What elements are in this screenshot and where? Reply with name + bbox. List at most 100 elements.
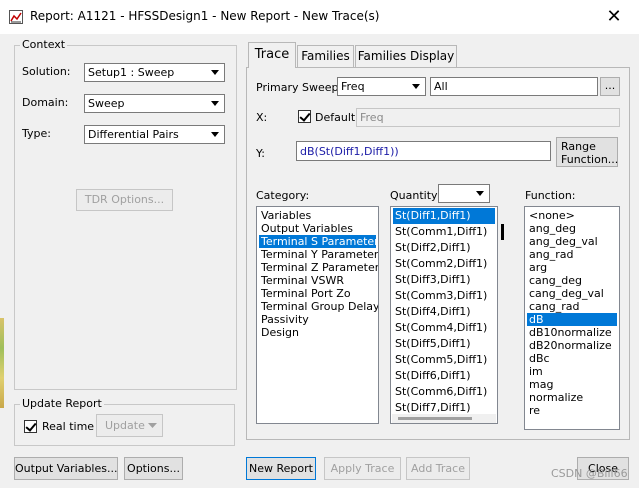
category-list-item[interactable]: Terminal Port Zo	[259, 287, 376, 300]
primary-sweep-value: Freq	[341, 80, 365, 93]
quantity-list-item[interactable]: St(Diff1,Diff1)	[393, 208, 495, 224]
window-title: Report: A1121 - HFSSDesign1 - New Report…	[30, 9, 380, 23]
background-window-edge	[0, 318, 4, 408]
solution-label: Solution:	[22, 65, 71, 78]
quantity-list-item[interactable]: St(Diff5,Diff1)	[393, 336, 495, 352]
range-function-label-1: Range	[561, 140, 596, 153]
options-button[interactable]: Options...	[124, 457, 183, 480]
function-list-item[interactable]: ang_rad	[527, 248, 617, 261]
solution-combo[interactable]: Setup1 : Sweep	[84, 63, 225, 82]
sweep-range-field[interactable]: All	[430, 77, 598, 96]
tab-families-display[interactable]: Families Display	[355, 45, 457, 67]
category-list-item[interactable]: Terminal Z Parameter	[259, 261, 378, 274]
function-list-item[interactable]: normalize	[527, 391, 617, 404]
chevron-down-icon[interactable]	[473, 186, 488, 201]
checkmark-icon	[299, 110, 311, 122]
function-list-item[interactable]: dBc	[527, 352, 617, 365]
domain-value: Sweep	[88, 97, 125, 110]
x-label: X:	[256, 111, 268, 124]
function-list-item[interactable]: im	[527, 365, 617, 378]
quantity-list-item[interactable]: St(Comm5,Diff1)	[393, 352, 495, 368]
chevron-down-icon	[148, 423, 157, 428]
quantity-list-item[interactable]: St(Diff2,Diff1)	[393, 240, 495, 256]
sweep-range-ellipsis-button[interactable]: ...	[600, 77, 620, 96]
category-label: Category:	[256, 189, 310, 202]
function-list-item[interactable]: cang_rad	[527, 300, 617, 313]
chevron-down-icon[interactable]	[208, 127, 223, 142]
type-label: Type:	[22, 127, 51, 140]
update-report-group-label: Update Report	[20, 397, 104, 410]
function-label: Function:	[525, 189, 576, 202]
add-trace-button[interactable]: Add Trace	[406, 457, 470, 480]
function-list-item[interactable]: ang_deg	[527, 222, 617, 235]
tab-trace[interactable]: Trace	[248, 42, 296, 68]
default-checkbox[interactable]	[298, 110, 311, 123]
function-list-item[interactable]: arg	[527, 261, 617, 274]
new-report-button[interactable]: New Report	[246, 457, 316, 480]
quantity-label: Quantity:	[390, 189, 441, 202]
range-function-label-2: Function...	[561, 153, 619, 166]
context-group-label: Context	[20, 38, 68, 51]
quantity-list-item[interactable]: St(Comm4,Diff1)	[393, 320, 495, 336]
range-function-button[interactable]: Range Function...	[556, 137, 618, 167]
primary-sweep-label: Primary Sweep:	[256, 81, 343, 94]
category-list-item[interactable]: Design	[259, 326, 376, 339]
quantity-horizontal-scrollbar[interactable]	[392, 414, 496, 423]
quantity-list-item[interactable]: St(Comm6,Diff1)	[393, 384, 495, 400]
function-listbox[interactable]: <none> ang_deg ang_deg_val ang_rad arg cang_d…	[524, 206, 620, 430]
window-close-button[interactable]: ✕	[598, 4, 630, 30]
primary-sweep-combo[interactable]: Freq	[337, 77, 426, 96]
quantity-list-item[interactable]: St(Comm3,Diff1)	[393, 288, 495, 304]
update-button-label: Update	[105, 419, 145, 432]
realtime-checkbox[interactable]	[24, 420, 37, 433]
function-list-item[interactable]: re	[527, 404, 617, 417]
quantity-list-item[interactable]: St(Comm1,Diff1)	[393, 224, 495, 240]
function-list-item[interactable]: cang_deg_val	[527, 287, 617, 300]
tdr-options-button[interactable]: TDR Options...	[76, 189, 173, 211]
function-list-item[interactable]: dB20normalize	[527, 339, 617, 352]
chevron-down-icon[interactable]	[208, 96, 223, 111]
checkmark-icon	[25, 420, 37, 432]
quantity-filter-combo[interactable]	[438, 184, 490, 203]
update-button[interactable]: Update	[96, 414, 163, 437]
x-expression-value: Freq	[360, 111, 384, 124]
realtime-label: Real time	[42, 420, 95, 433]
tab-families[interactable]: Families	[297, 45, 354, 67]
chevron-down-icon[interactable]	[409, 79, 424, 94]
default-label: Default	[315, 111, 356, 124]
output-variables-button[interactable]: Output Variables...	[14, 457, 118, 480]
category-list-item[interactable]: Output Variables	[259, 222, 376, 235]
chevron-down-icon[interactable]	[208, 65, 223, 80]
function-list-item[interactable]: dB10normalize	[527, 326, 617, 339]
function-list-item[interactable]: dB	[527, 313, 617, 326]
quantity-list-item[interactable]: St(Diff4,Diff1)	[393, 304, 495, 320]
function-list-item[interactable]: <none>	[527, 209, 617, 222]
category-list-item[interactable]: Terminal Group Delay	[259, 300, 378, 313]
category-list-item[interactable]: Passivity	[259, 313, 376, 326]
domain-label: Domain:	[22, 96, 69, 109]
solution-value: Setup1 : Sweep	[88, 66, 175, 79]
y-expression-value: dB(St(Diff1,Diff1))	[300, 145, 399, 158]
category-list-item[interactable]: Terminal S Parameter	[259, 235, 378, 248]
category-listbox[interactable]: Variables Output Variables Terminal S Para…	[256, 206, 379, 424]
app-icon	[9, 10, 23, 24]
y-expression-field[interactable]: dB(St(Diff1,Diff1))	[296, 141, 551, 161]
x-expression-field[interactable]: Freq	[356, 108, 620, 127]
quantity-list-item[interactable]: St(Comm2,Diff1)	[393, 256, 495, 272]
function-list-item[interactable]: mag	[527, 378, 617, 391]
scrollbar-thumb[interactable]	[398, 417, 472, 420]
y-label: Y:	[256, 147, 265, 160]
category-list-item[interactable]: Terminal VSWR	[259, 274, 376, 287]
domain-combo[interactable]: Sweep	[84, 94, 225, 113]
apply-trace-button[interactable]: Apply Trace	[324, 457, 401, 480]
quantity-list-item[interactable]: St(Diff6,Diff1)	[393, 368, 495, 384]
quantity-listbox[interactable]: St(Diff1,Diff1) St(Comm1,Diff1) St(Diff2,D…	[390, 206, 498, 424]
function-list-item[interactable]: ang_deg_val	[527, 235, 617, 248]
quantity-list-item[interactable]: St(Diff3,Diff1)	[393, 272, 495, 288]
type-combo[interactable]: Differential Pairs	[84, 125, 225, 144]
watermark: CSDN @Bill66	[551, 467, 628, 480]
function-list-item[interactable]: cang_deg	[527, 274, 617, 287]
quantity-vertical-scroll-thumb[interactable]	[501, 224, 504, 240]
category-list-item[interactable]: Variables	[259, 209, 376, 222]
category-list-item[interactable]: Terminal Y Parameter	[259, 248, 378, 261]
